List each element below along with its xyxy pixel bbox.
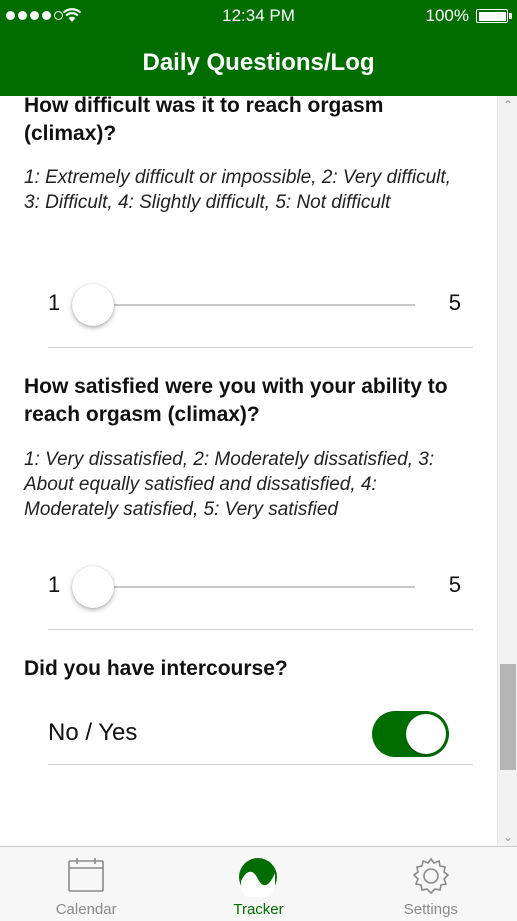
page-title: Daily Questions/Log <box>142 49 375 76</box>
question-orgasm-difficulty: How difficult was it to reach orgasm (cl… <box>24 96 384 145</box>
slider-thumb[interactable] <box>72 284 114 326</box>
orgasm-difficulty-slider[interactable]: 1 5 <box>48 274 473 348</box>
battery-icon <box>476 9 508 23</box>
slider-track[interactable] <box>74 304 415 306</box>
nav-bar: Daily Questions/Log <box>0 32 517 96</box>
question-orgasm-difficulty-hint: 1: Extremely difficult or impossible, 2:… <box>24 167 451 213</box>
slider-min-label: 1 <box>48 290 61 315</box>
battery-percent: 100% <box>425 6 469 25</box>
calendar-icon <box>68 858 104 892</box>
scroll-up-arrow-icon[interactable]: ⌃ <box>498 98 517 112</box>
tab-tracker[interactable]: Tracker <box>172 847 344 921</box>
questions-scroll-view[interactable]: How difficult was it to reach orgasm (cl… <box>0 96 497 846</box>
question-orgasm-satisfaction: How satisfied were you with your ability… <box>24 375 448 426</box>
slider-thumb[interactable] <box>72 566 114 608</box>
toggle-label: No / Yes <box>48 719 138 746</box>
question-orgasm-satisfaction-hint: 1: Very dissatisfied, 2: Moderately diss… <box>24 449 435 520</box>
gear-icon <box>412 857 450 895</box>
tab-label: Settings <box>403 901 458 918</box>
toggle-knob[interactable] <box>406 714 446 754</box>
tab-bar: Calendar Tracker Settings <box>0 846 517 921</box>
intercourse-toggle[interactable] <box>372 711 449 757</box>
scrollbar-thumb[interactable] <box>500 664 516 770</box>
status-bar: 12:34 PM 100% <box>0 0 517 32</box>
slider-track[interactable] <box>74 586 415 588</box>
orgasm-satisfaction-slider[interactable]: 1 5 <box>48 556 473 630</box>
question-intercourse: Did you have intercourse? <box>24 657 288 680</box>
slider-min-label: 1 <box>48 572 61 597</box>
tab-label: Tracker <box>233 901 284 918</box>
tracker-icon <box>239 858 278 897</box>
tab-label: Calendar <box>55 901 117 918</box>
slider-max-label: 5 <box>448 290 461 315</box>
slider-max-label: 5 <box>448 572 461 597</box>
intercourse-toggle-row[interactable]: No / Yes <box>48 699 473 765</box>
tab-settings[interactable]: Settings <box>345 847 517 921</box>
scroll-down-arrow-icon[interactable]: ⌄ <box>498 830 517 844</box>
scrollbar[interactable]: ⌃ ⌄ <box>497 96 517 846</box>
tab-calendar[interactable]: Calendar <box>0 847 172 921</box>
